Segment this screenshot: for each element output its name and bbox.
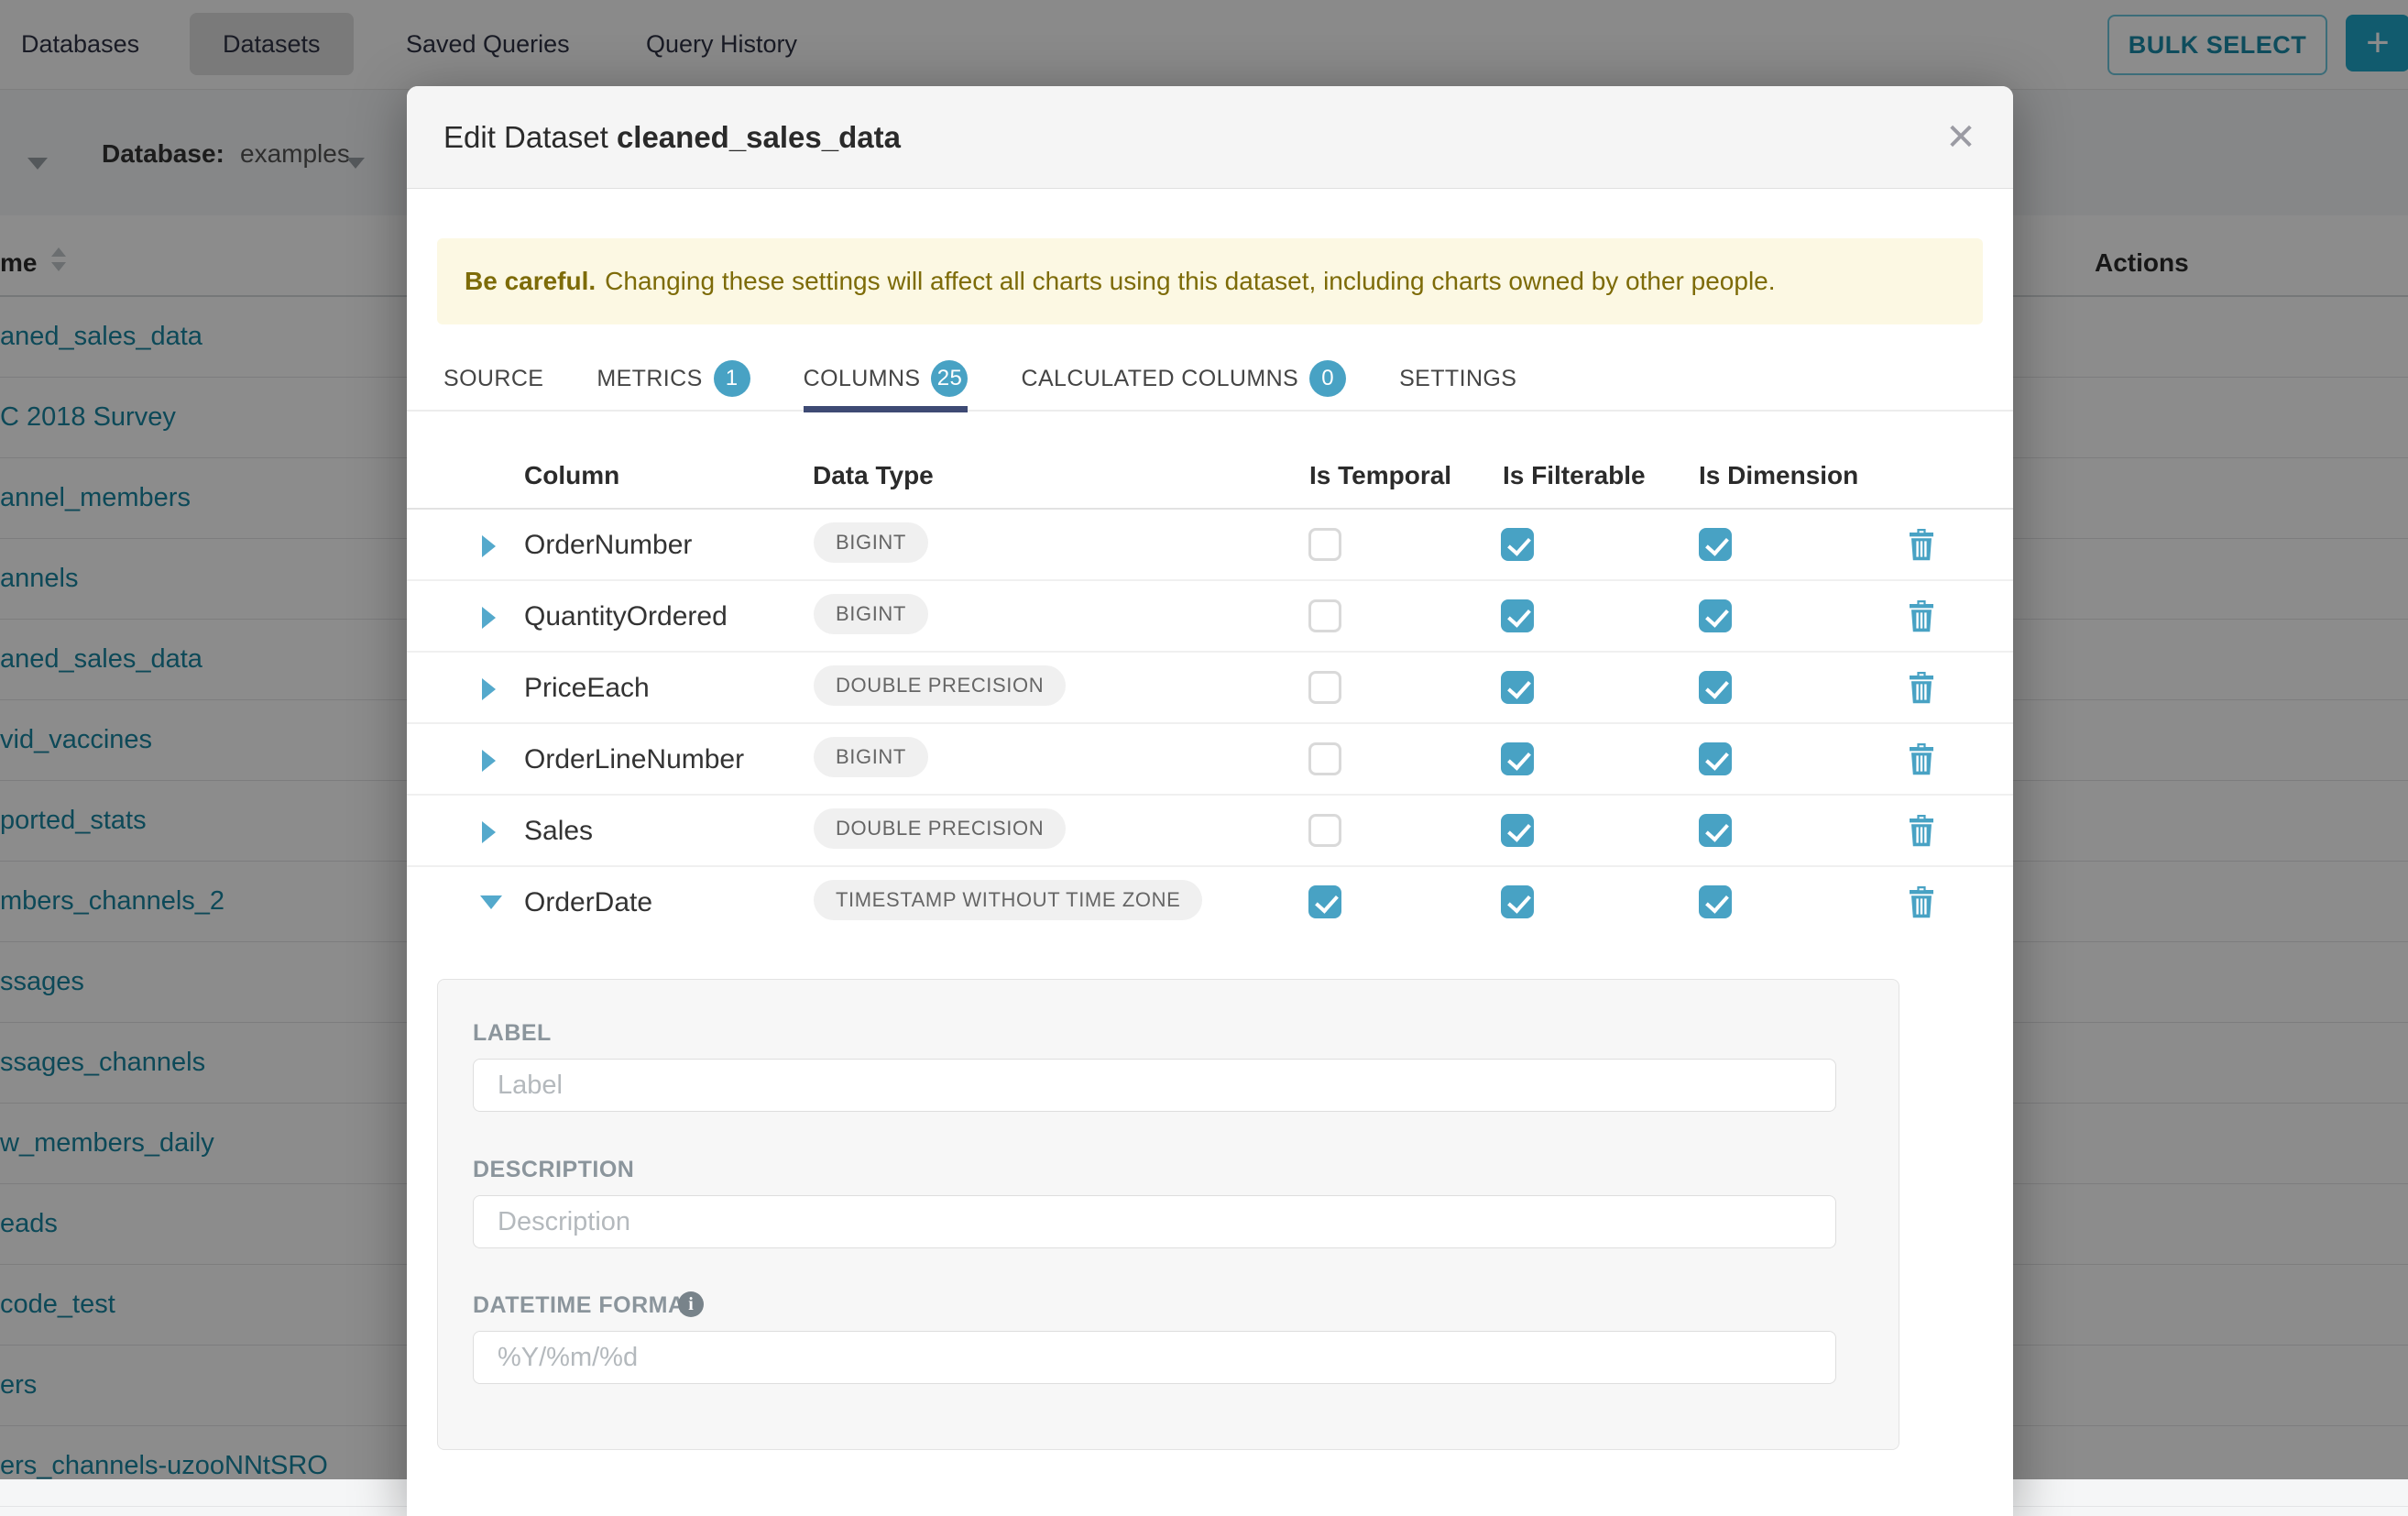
datetime-format-field-label: DATETIME FORMAT bbox=[473, 1292, 697, 1319]
expand-caret-icon[interactable] bbox=[482, 750, 496, 772]
expand-caret-icon[interactable] bbox=[482, 678, 496, 700]
description-input[interactable] bbox=[473, 1195, 1836, 1248]
header-is-filterable: Is Filterable bbox=[1503, 461, 1646, 490]
is-filterable-checkbox[interactable] bbox=[1501, 528, 1534, 561]
delete-icon[interactable] bbox=[1908, 671, 1935, 704]
data-type-pill: DOUBLE PRECISION bbox=[814, 665, 1066, 706]
datetime-format-input[interactable] bbox=[473, 1331, 1836, 1384]
label-field-label: LABEL bbox=[473, 1020, 552, 1047]
collapse-caret-icon[interactable] bbox=[480, 895, 502, 909]
header-data-type: Data Type bbox=[813, 461, 934, 490]
is-temporal-checkbox[interactable] bbox=[1308, 671, 1341, 704]
is-temporal-checkbox[interactable] bbox=[1308, 814, 1341, 847]
is-filterable-checkbox[interactable] bbox=[1501, 885, 1534, 918]
delete-icon[interactable] bbox=[1908, 599, 1935, 632]
columns-count-badge: 25 bbox=[931, 360, 968, 397]
expand-caret-icon[interactable] bbox=[482, 607, 496, 629]
is-filterable-checkbox[interactable] bbox=[1501, 671, 1534, 704]
delete-icon[interactable] bbox=[1908, 814, 1935, 847]
data-type-pill: BIGINT bbox=[814, 594, 928, 634]
tab-settings[interactable]: SETTINGS bbox=[1399, 346, 1516, 411]
column-name: PriceEach bbox=[524, 673, 650, 704]
warning-banner: Be careful. Changing these settings will… bbox=[437, 238, 1983, 324]
data-type-pill: BIGINT bbox=[814, 737, 928, 777]
modal-tabs: SOURCE METRICS1 COLUMNS25 CALCULATED COL… bbox=[407, 347, 2013, 412]
modal-header: Edit Dataset cleaned_sales_data ✕ bbox=[407, 86, 2013, 189]
header-is-dimension: Is Dimension bbox=[1699, 461, 1858, 490]
tab-calculated-columns[interactable]: CALCULATED COLUMNS0 bbox=[1021, 346, 1346, 411]
is-temporal-checkbox[interactable] bbox=[1308, 599, 1341, 632]
metrics-count-badge: 1 bbox=[714, 360, 750, 397]
is-dimension-checkbox[interactable] bbox=[1699, 742, 1732, 775]
tab-columns[interactable]: COLUMNS25 bbox=[804, 346, 969, 411]
expand-caret-icon[interactable] bbox=[482, 535, 496, 557]
is-dimension-checkbox[interactable] bbox=[1699, 671, 1732, 704]
label-input[interactable] bbox=[473, 1059, 1836, 1112]
column-name: QuantityOrdered bbox=[524, 601, 728, 632]
column-detail-panel: LABEL DESCRIPTION DATETIME FORMAT i bbox=[437, 979, 1899, 1450]
warning-bold: Be careful. bbox=[465, 267, 596, 296]
is-temporal-checkbox[interactable] bbox=[1308, 742, 1341, 775]
column-name: OrderLineNumber bbox=[524, 744, 744, 775]
column-row: Sales DOUBLE PRECISION bbox=[407, 796, 2013, 867]
column-row-expanded: OrderDate TIMESTAMP WITHOUT TIME ZONE bbox=[407, 867, 2013, 939]
edit-dataset-modal: Edit Dataset cleaned_sales_data ✕ Be car… bbox=[407, 86, 2013, 1516]
header-column: Column bbox=[524, 461, 619, 490]
is-temporal-checkbox[interactable] bbox=[1308, 528, 1341, 561]
tab-metrics[interactable]: METRICS1 bbox=[597, 346, 750, 411]
is-dimension-checkbox[interactable] bbox=[1699, 885, 1732, 918]
is-dimension-checkbox[interactable] bbox=[1699, 599, 1732, 632]
column-name: OrderNumber bbox=[524, 530, 692, 561]
calculated-columns-count-badge: 0 bbox=[1309, 360, 1346, 397]
columns-table-header: Column Data Type Is Temporal Is Filterab… bbox=[407, 410, 2013, 510]
dataset-name: cleaned_sales_data bbox=[617, 120, 901, 154]
delete-icon[interactable] bbox=[1908, 528, 1935, 561]
column-row: PriceEach DOUBLE PRECISION bbox=[407, 653, 2013, 724]
is-filterable-checkbox[interactable] bbox=[1501, 742, 1534, 775]
column-row: OrderNumber BIGINT bbox=[407, 510, 2013, 581]
data-type-pill: TIMESTAMP WITHOUT TIME ZONE bbox=[814, 880, 1202, 920]
tab-source[interactable]: SOURCE bbox=[443, 346, 543, 411]
column-row: QuantityOrdered BIGINT bbox=[407, 581, 2013, 653]
is-filterable-checkbox[interactable] bbox=[1501, 814, 1534, 847]
is-dimension-checkbox[interactable] bbox=[1699, 814, 1732, 847]
info-icon[interactable]: i bbox=[678, 1291, 704, 1317]
warning-text: Changing these settings will affect all … bbox=[605, 267, 1775, 296]
column-name: Sales bbox=[524, 816, 593, 847]
data-type-pill: DOUBLE PRECISION bbox=[814, 808, 1066, 849]
description-field-label: DESCRIPTION bbox=[473, 1157, 634, 1183]
data-type-pill: BIGINT bbox=[814, 522, 928, 563]
header-is-temporal: Is Temporal bbox=[1309, 461, 1451, 490]
is-temporal-checkbox[interactable] bbox=[1308, 885, 1341, 918]
delete-icon[interactable] bbox=[1908, 885, 1935, 918]
close-icon[interactable]: ✕ bbox=[1940, 116, 1982, 159]
expand-caret-icon[interactable] bbox=[482, 821, 496, 843]
delete-icon[interactable] bbox=[1908, 742, 1935, 775]
column-row: OrderLineNumber BIGINT bbox=[407, 724, 2013, 796]
column-name: OrderDate bbox=[524, 887, 652, 918]
is-dimension-checkbox[interactable] bbox=[1699, 528, 1732, 561]
modal-title: Edit Dataset cleaned_sales_data bbox=[443, 120, 901, 155]
is-filterable-checkbox[interactable] bbox=[1501, 599, 1534, 632]
